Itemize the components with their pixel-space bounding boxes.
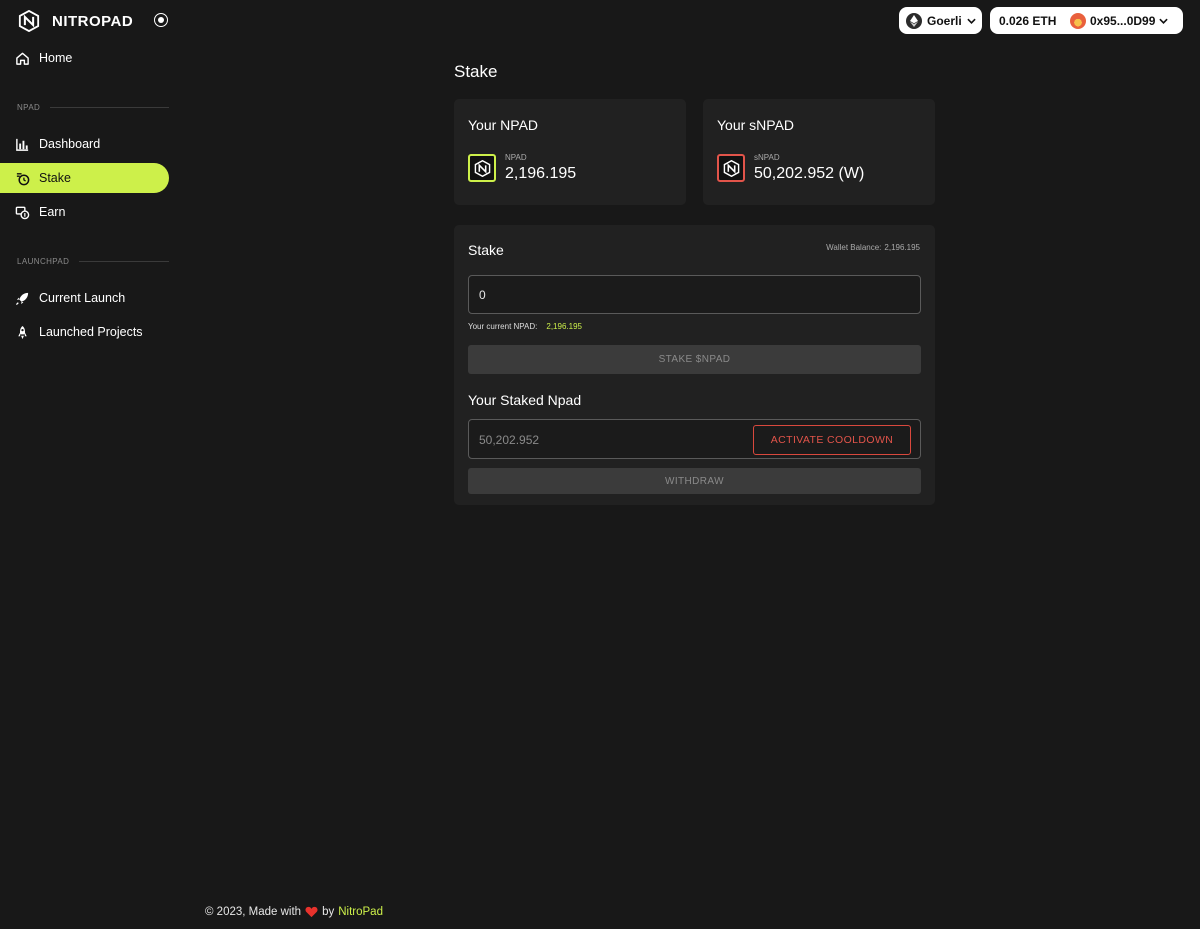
sidebar-item-label: Current Launch: [39, 291, 126, 305]
wallet-address: 0x95...0D99: [1090, 13, 1156, 28]
wallet-balance: Wallet Balance: 2,196.195: [826, 243, 920, 252]
eth-balance: 0.026 ETH: [999, 13, 1057, 28]
chevron-down-icon: [1159, 18, 1169, 24]
account-button[interactable]: 0.026 ETH 0x95...0D99: [990, 7, 1183, 34]
wallet-balance-label: Wallet Balance:: [826, 243, 882, 252]
stake-button[interactable]: STAKE $NPAD: [468, 345, 921, 374]
npad-card: Your NPAD NPAD 2,196.195: [454, 99, 686, 205]
page-title: Stake: [454, 62, 498, 81]
network-selector[interactable]: Goerli: [899, 7, 982, 34]
stake-title: Stake: [468, 242, 504, 258]
stake-panel: Stake Wallet Balance: 2,196.195 Your cur…: [454, 225, 935, 505]
staked-value: 50,202.952: [479, 433, 540, 447]
sidebar-item-current-launch[interactable]: Current Launch: [0, 283, 169, 313]
token-label: NPAD: [505, 153, 527, 162]
footer-link[interactable]: NitroPad: [338, 906, 383, 918]
wallet-balance-value: 2,196.195: [884, 243, 920, 252]
token-value: 50,202.952 (W): [754, 165, 865, 182]
card-title: Your NPAD: [468, 117, 539, 133]
footer: © 2023, Made with by NitroPad: [205, 906, 383, 918]
brand-name: NITROPAD: [52, 12, 134, 30]
sidebar-item-label: Earn: [39, 205, 66, 219]
current-npad-label: Your current NPAD:: [468, 322, 538, 331]
staked-amount-box: 50,202.952 ACTIVATE COOLDOWN: [468, 419, 921, 459]
sidebar-item-home[interactable]: Home: [0, 43, 169, 73]
staked-title: Your Staked Npad: [468, 392, 582, 408]
home-icon: [16, 52, 29, 65]
sidebar: NITROPAD Home NPAD Dashboard Stake Earn …: [0, 0, 180, 929]
sidebar-item-launched-projects[interactable]: Launched Projects: [0, 317, 169, 347]
footer-text: © 2023, Made with: [205, 906, 302, 918]
footer-by: by: [322, 906, 335, 918]
brand[interactable]: NITROPAD: [18, 9, 133, 33]
snpad-card: Your sNPAD sNPAD 50,202.952 (W): [703, 99, 935, 205]
sidebar-item-label: Home: [39, 51, 73, 65]
npad-token-icon: [468, 154, 496, 182]
earn-icon: [15, 206, 30, 219]
section-label-text: LAUNCHPAD: [17, 256, 70, 266]
bar-chart-icon: [16, 138, 29, 151]
token-value: 2,196.195: [505, 165, 577, 182]
activate-cooldown-button[interactable]: ACTIVATE COOLDOWN: [753, 425, 911, 455]
sidebar-item-dashboard[interactable]: Dashboard: [0, 129, 169, 159]
withdraw-button[interactable]: WITHDRAW: [468, 468, 921, 494]
current-npad: Your current NPAD: 2,196.195: [468, 322, 582, 331]
section-label-npad: NPAD: [0, 101, 169, 113]
sidebar-item-label: Stake: [39, 171, 71, 185]
card-title: Your sNPAD: [717, 117, 795, 133]
section-label-text: NPAD: [17, 102, 41, 112]
nitropad-logo-icon: [18, 10, 40, 32]
section-label-launchpad: LAUNCHPAD: [0, 255, 169, 267]
sidebar-item-earn[interactable]: Earn: [0, 197, 169, 227]
token-label: sNPAD: [754, 153, 780, 162]
launched-rocket-icon: [18, 325, 27, 339]
snpad-token-icon: [717, 154, 745, 182]
sidebar-item-label: Dashboard: [39, 137, 101, 151]
chevron-down-icon: [967, 18, 976, 24]
sidebar-item-label: Launched Projects: [39, 325, 143, 339]
stake-amount-input[interactable]: [468, 275, 921, 314]
current-npad-value[interactable]: 2,196.195: [546, 322, 582, 331]
ethereum-icon: [906, 12, 922, 29]
rocket-icon: [15, 292, 29, 305]
theme-toggle-icon[interactable]: [154, 13, 168, 27]
sidebar-item-stake[interactable]: Stake: [0, 163, 169, 193]
heart-icon: [305, 906, 318, 918]
network-name: Goerli: [927, 13, 962, 28]
stake-coins-icon: [16, 172, 30, 185]
avatar: [1070, 12, 1086, 29]
